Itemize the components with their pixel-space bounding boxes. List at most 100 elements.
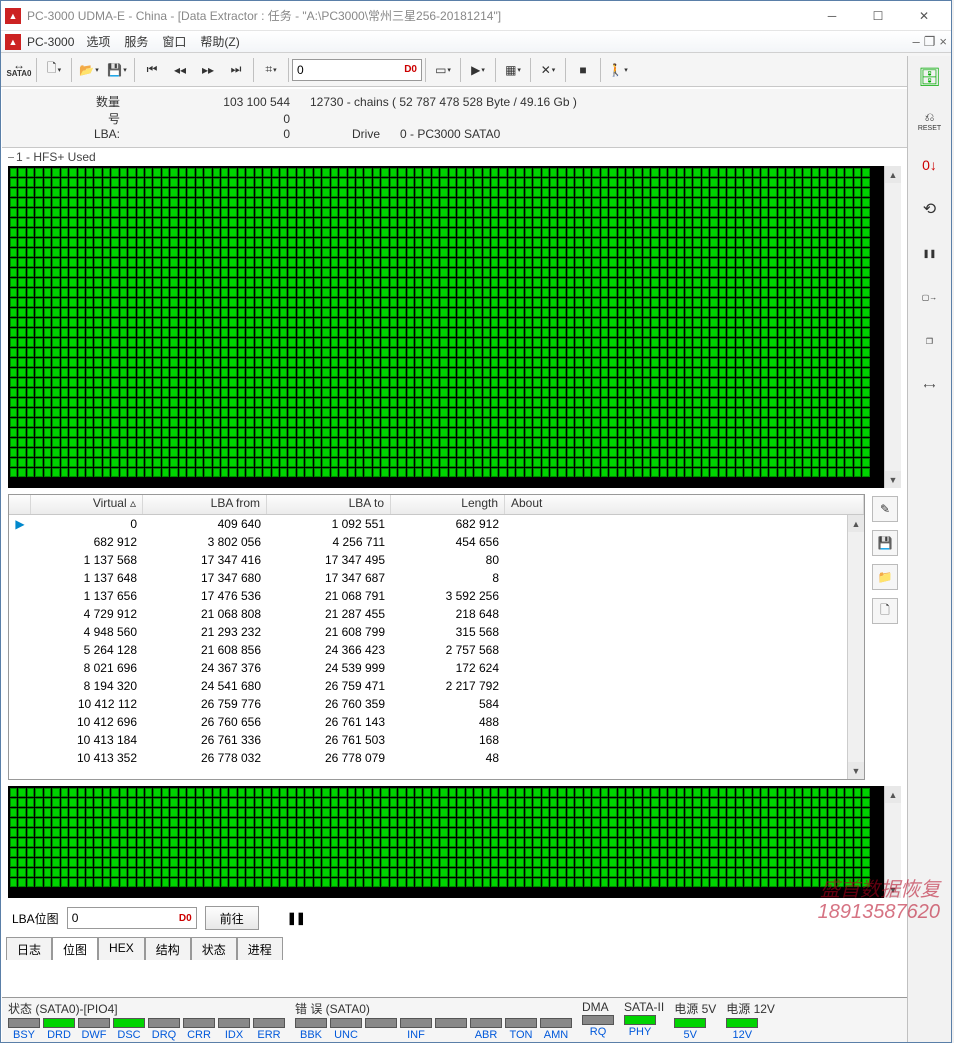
status-group-title: SATA-II (624, 1000, 664, 1014)
side-doc-button[interactable]: 🗋 (872, 598, 898, 624)
table-row[interactable]: 10 413 18426 761 33626 761 503168 (9, 731, 864, 749)
status-led (365, 1018, 397, 1028)
exit-button[interactable]: 🚶▾ (604, 56, 632, 84)
table-row[interactable]: 4 948 56021 293 23221 608 799315 568 (9, 623, 864, 641)
close-button[interactable]: ✕ (901, 2, 947, 30)
tb-mark-button[interactable]: ▭▾ (429, 56, 457, 84)
goto-button[interactable]: 前往 (205, 906, 259, 930)
col-virtual[interactable]: Virtual ▵ (31, 495, 143, 514)
rail-copy-button[interactable]: ❐ (913, 326, 947, 356)
tab-1[interactable]: 位图 (52, 937, 98, 960)
menu-bar: 选项 服务 窗口 帮助(Z) (86, 33, 239, 50)
lba-input[interactable]: 0 D0 (292, 59, 422, 81)
nav-next-button[interactable]: ▸▸ (194, 56, 222, 84)
table-row[interactable]: 8 021 69624 367 37624 539 999172 624 (9, 659, 864, 677)
col-about[interactable]: About (505, 495, 864, 514)
lower-sector-map[interactable]: ▲ ▼ (8, 786, 901, 898)
play-button[interactable]: ▶▾ (464, 56, 492, 84)
table-row[interactable]: 10 412 11226 759 77626 760 359584 (9, 695, 864, 713)
info-label-drive: Drive (310, 127, 380, 141)
table-row[interactable]: 1 137 65617 476 53621 068 7913 592 256 (9, 587, 864, 605)
menu-help[interactable]: 帮助(Z) (200, 33, 239, 50)
status-group-title: DMA (582, 1000, 614, 1014)
tab-2[interactable]: HEX (98, 937, 145, 960)
info-value-count: 103 100 544 (130, 95, 290, 109)
rail-reset-button[interactable]: ⎌RESET (913, 106, 947, 136)
status-led (330, 1018, 362, 1028)
port-selector[interactable]: ↔ SATA0 (5, 56, 33, 84)
menu-window[interactable]: 窗口 (162, 33, 186, 50)
main-toolbar: ↔ SATA0 🗋▾ 📂▾ 💾▾ ⏮ ◂◂ ▸▸ ⏭ ⌗▾ 0 D0 ▭▾ ▶▾… (1, 53, 951, 87)
info-value-num: 0 (130, 112, 290, 126)
lower-map-scrollbar[interactable]: ▲ ▼ (884, 786, 901, 898)
side-open-button[interactable]: 📁 (872, 564, 898, 590)
rail-step-button[interactable]: ▢→ (913, 282, 947, 312)
rail-db-icon[interactable]: 🗄 (913, 62, 947, 92)
scroll-down-button[interactable]: ▼ (885, 471, 901, 488)
lower-scroll-up[interactable]: ▲ (885, 786, 901, 803)
table-row[interactable]: 8 194 32024 541 68026 759 4712 217 792 (9, 677, 864, 695)
lower-scroll-down[interactable]: ▼ (885, 881, 901, 898)
table-row[interactable]: 1 137 56817 347 41617 347 49580 (9, 551, 864, 569)
lba-bitmap-input[interactable]: 0 D0 (67, 907, 197, 929)
tools-button[interactable]: ✕▾ (534, 56, 562, 84)
inner-title: PC-3000 (27, 35, 74, 49)
table-row[interactable]: 1 137 64817 347 68017 347 6878 (9, 569, 864, 587)
window-title: PC-3000 UDMA-E - China - [Data Extractor… (27, 7, 809, 24)
col-lba-from[interactable]: LBA from (143, 495, 267, 514)
map-scrollbar[interactable]: ▲ ▼ (884, 166, 901, 488)
mdi-restore-button[interactable]: ❐ (924, 34, 936, 50)
status-led (295, 1018, 327, 1028)
col-lba-to[interactable]: LBA to (267, 495, 391, 514)
outer-title-bar: ▲ PC-3000 UDMA-E - China - [Data Extract… (1, 1, 951, 31)
table-row[interactable]: ▶0409 6401 092 551682 912 (9, 515, 864, 533)
upper-sector-map[interactable]: ▲ ▼ (8, 166, 901, 488)
status-group-title: 状态 (SATA0)-[PIO4] (8, 1000, 285, 1017)
table-row[interactable]: 4 729 91221 068 80821 287 455218 648 (9, 605, 864, 623)
chain-table[interactable]: Virtual ▵ LBA from LBA to Length About ▶… (8, 494, 865, 780)
side-edit-button[interactable]: ✎ (872, 496, 898, 522)
table-row[interactable]: 682 9123 802 0564 256 711454 656 (9, 533, 864, 551)
menu-service[interactable]: 服务 (124, 33, 148, 50)
grid-button[interactable]: ⌗▾ (257, 56, 285, 84)
tb-save-button[interactable]: 💾▾ (103, 56, 131, 84)
status-led (624, 1015, 656, 1025)
status-led-label: 5V (684, 1029, 697, 1041)
table-row[interactable]: 5 264 12821 608 85624 366 4232 757 568 (9, 641, 864, 659)
rail-zero-button[interactable]: 0↓ (913, 150, 947, 180)
nav-last-button[interactable]: ⏭ (222, 56, 250, 84)
rail-pause-button[interactable]: ❚❚ (913, 238, 947, 268)
pause-icon[interactable]: ❚❚ (287, 911, 305, 925)
table-row[interactable]: 10 413 35226 778 03226 778 07948 (9, 749, 864, 767)
rail-width-button[interactable]: ⟷ (913, 370, 947, 400)
mdi-close-button[interactable]: × (939, 34, 947, 50)
col-length[interactable]: Length (391, 495, 505, 514)
tab-4[interactable]: 状态 (191, 937, 237, 960)
status-group-title: 电源 5V (674, 1000, 716, 1017)
table-scroll-down[interactable]: ▼ (848, 762, 864, 779)
status-led-label: ERR (257, 1029, 280, 1041)
maximize-button[interactable]: ☐ (855, 2, 901, 30)
tb-open-button[interactable]: 📂▾ (75, 56, 103, 84)
status-led-label: DRD (47, 1029, 71, 1041)
status-led-label: CRR (187, 1029, 211, 1041)
tab-5[interactable]: 进程 (237, 937, 283, 960)
tb-new-button[interactable]: 🗋▾ (40, 56, 68, 84)
tab-3[interactable]: 结构 (145, 937, 191, 960)
stop-button[interactable]: ■ (569, 56, 597, 84)
side-save-button[interactable]: 💾 (872, 530, 898, 556)
status-led (435, 1018, 467, 1028)
table-scrollbar[interactable]: ▲ ▼ (847, 515, 864, 779)
grid2-button[interactable]: ▦▾ (499, 56, 527, 84)
minimize-button[interactable]: ─ (809, 2, 855, 30)
status-strip: 状态 (SATA0)-[PIO4]BSYDRDDWFDSCDRQCRRIDXER… (2, 997, 907, 1042)
mdi-minimize-button[interactable]: – (913, 34, 920, 50)
nav-first-button[interactable]: ⏮ (138, 56, 166, 84)
menu-options[interactable]: 选项 (86, 33, 110, 50)
scroll-up-button[interactable]: ▲ (885, 166, 901, 183)
nav-prev-button[interactable]: ◂◂ (166, 56, 194, 84)
table-row[interactable]: 10 412 69626 760 65626 761 143488 (9, 713, 864, 731)
tab-0[interactable]: 日志 (6, 937, 52, 960)
rail-cycle-button[interactable]: ⟲ (913, 194, 947, 224)
table-scroll-up[interactable]: ▲ (848, 515, 864, 532)
